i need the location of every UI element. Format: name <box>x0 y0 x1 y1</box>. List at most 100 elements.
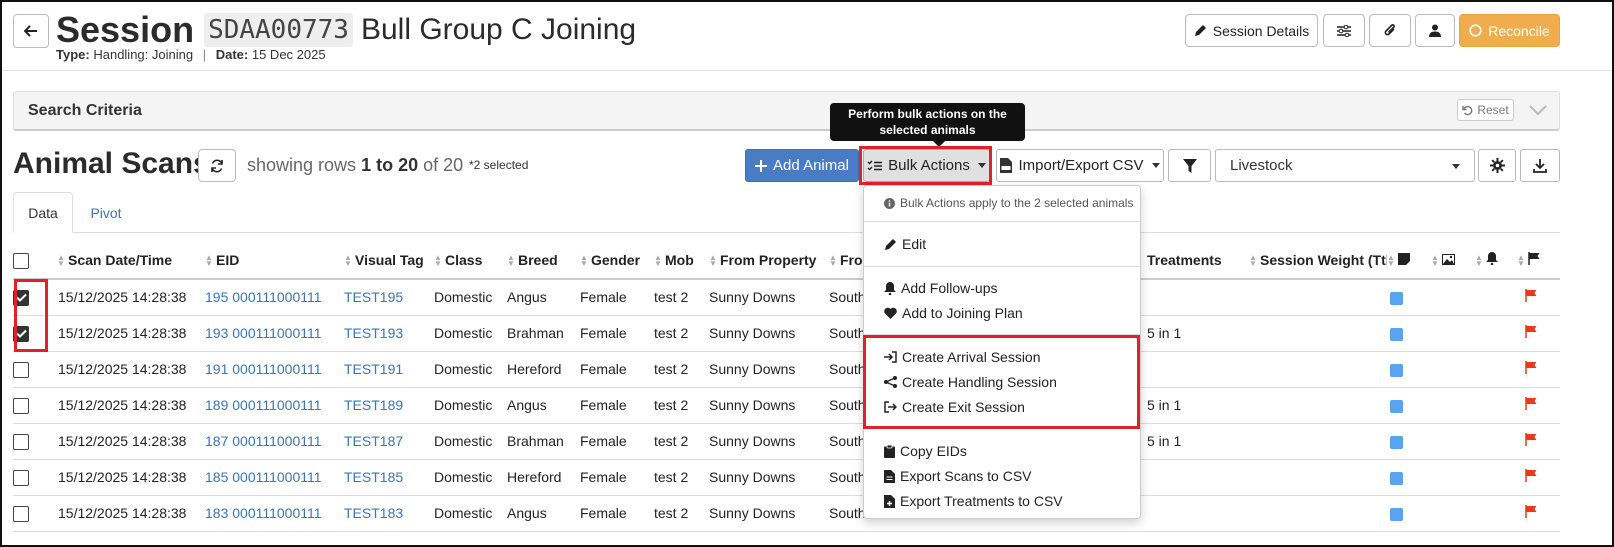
tab-pivot[interactable]: Pivot <box>75 192 137 233</box>
menu-item-copy-eids[interactable]: Copy EIDs <box>884 440 967 462</box>
cell-eid[interactable]: 191 000111000111 <box>205 351 344 388</box>
attachment-button[interactable] <box>1369 14 1411 47</box>
back-button[interactable] <box>13 14 49 48</box>
cell-visual-tag[interactable]: TEST193 <box>344 315 434 352</box>
cell-from-property: Sunny Downs <box>709 279 829 316</box>
row-checkbox[interactable] <box>13 361 29 378</box>
flag-icon[interactable] <box>1525 433 1537 446</box>
table-row[interactable]: 15/12/2025 14:28:38 189 000111000111 TEST1… <box>13 387 1560 424</box>
col-gender[interactable]: ▲ ▼ Gender <box>580 242 654 280</box>
flag-icon[interactable] <box>1525 361 1537 374</box>
col-visual-tag[interactable]: ▲ ▼ Visual Tag <box>344 242 434 280</box>
row-checkbox[interactable] <box>13 469 29 486</box>
sort-icon: ▲ ▼ <box>1431 253 1439 269</box>
cell-from-property: Sunny Downs <box>709 495 829 532</box>
row-checkbox[interactable] <box>13 397 29 414</box>
user-button[interactable] <box>1415 14 1455 47</box>
cell-alerts <box>1475 423 1517 460</box>
menu-item-export-scans[interactable]: Export Scans to CSV <box>884 465 1032 487</box>
table-row[interactable]: 15/12/2025 14:28:38 191 000111000111 TEST1… <box>13 351 1560 388</box>
row-checkbox[interactable] <box>13 505 29 522</box>
table-row[interactable]: 15/12/2025 14:28:38 185 000111000111 TEST1… <box>13 459 1560 496</box>
table-row[interactable]: 15/12/2025 14:28:38 193 000111000111 TEST1… <box>13 315 1560 352</box>
reconcile-button[interactable]: Reconcile <box>1459 14 1560 47</box>
app-frame: Session SDAA00773 Bull Group C Joining T… <box>0 0 1614 547</box>
cell-visual-tag[interactable]: TEST187 <box>344 423 434 460</box>
cell-eid[interactable]: 195 000111000111 <box>205 279 344 316</box>
rows-range: 1 to 20 <box>361 155 419 175</box>
cell-eid[interactable]: 183 000111000111 <box>205 495 344 532</box>
reset-button[interactable]: Reset <box>1457 99 1514 121</box>
cell-visual-tag[interactable]: TEST189 <box>344 387 434 424</box>
cell-class: Domestic <box>434 315 507 352</box>
sort-icon: ▲ ▼ <box>1475 253 1483 269</box>
note-icon[interactable] <box>1390 435 1403 449</box>
col-treatments[interactable]: Treatments <box>1147 242 1249 280</box>
table-row[interactable]: 15/12/2025 14:28:38 187 000111000111 TEST1… <box>13 423 1560 460</box>
col-class[interactable]: ▲ ▼ Class <box>434 242 507 280</box>
menu-item-add-to-joining-plan[interactable]: Add to Joining Plan <box>884 302 1023 324</box>
cell-images <box>1431 459 1475 496</box>
flag-icon[interactable] <box>1525 469 1537 482</box>
cell-breed: Angus <box>507 279 580 316</box>
note-icon[interactable] <box>1390 471 1403 485</box>
cell-eid[interactable]: 185 000111000111 <box>205 459 344 496</box>
col-eid[interactable]: ▲ ▼ EID <box>205 242 344 280</box>
refresh-button[interactable] <box>198 149 236 182</box>
sliders-icon <box>1337 24 1351 37</box>
cell-eid[interactable]: 193 000111000111 <box>205 315 344 352</box>
note-icon[interactable] <box>1390 507 1403 521</box>
note-icon[interactable] <box>1390 399 1403 413</box>
cell-visual-tag[interactable]: TEST183 <box>344 495 434 532</box>
col-mob[interactable]: ▲ ▼ Mob <box>654 242 709 280</box>
search-criteria-panel[interactable]: Search Criteria Reset <box>13 91 1560 131</box>
collapse-toggle[interactable] <box>1525 97 1551 123</box>
livestock-select[interactable]: Livestock <box>1215 149 1475 182</box>
menu-item-export-treatments[interactable]: Export Treatments to CSV <box>884 490 1063 512</box>
table-row[interactable]: 15/12/2025 14:28:38 195 000111000111 TEST1… <box>13 279 1560 316</box>
col-notes[interactable]: ▲ ▼ <box>1387 242 1431 280</box>
download-button[interactable] <box>1520 149 1560 182</box>
col-label: Breed <box>518 252 558 268</box>
col-alerts[interactable]: ▲ ▼ <box>1475 242 1517 280</box>
flag-icon[interactable] <box>1525 505 1537 518</box>
row-checkbox[interactable] <box>13 433 29 450</box>
cell-eid[interactable]: 189 000111000111 <box>205 387 344 424</box>
select-all-checkbox[interactable] <box>13 252 29 269</box>
menu-item-edit[interactable]: Edit <box>884 233 926 255</box>
cell-visual-tag[interactable]: TEST185 <box>344 459 434 496</box>
flag-icon[interactable] <box>1525 289 1537 303</box>
cell-eid[interactable]: 187 000111000111 <box>205 423 344 460</box>
col-breed[interactable]: ▲ ▼ Breed <box>507 242 580 280</box>
import-export-csv-button[interactable]: Import/Export CSV <box>996 149 1164 182</box>
column-settings-button[interactable] <box>1478 149 1516 182</box>
section-title: Animal Scans <box>13 147 210 180</box>
col-flags[interactable]: ▲ ▼ <box>1517 242 1560 280</box>
cell-visual-tag[interactable]: TEST191 <box>344 351 434 388</box>
add-animal-button[interactable]: Add Animal <box>745 149 859 182</box>
flag-icon[interactable] <box>1525 397 1537 410</box>
cell-visual-tag[interactable]: TEST195 <box>344 279 434 316</box>
sort-icon: ▲ ▼ <box>205 253 213 269</box>
menu-item-add-follow-ups[interactable]: Add Follow-ups <box>884 277 998 299</box>
flag-icon[interactable] <box>1525 325 1537 338</box>
cell-mob: test 2 <box>654 495 709 532</box>
table-row[interactable]: 15/12/2025 14:28:38 183 000111000111 TEST1… <box>13 495 1560 532</box>
bell-icon <box>1486 252 1498 266</box>
cell-from-property: Sunny Downs <box>709 387 829 424</box>
settings-sliders-button[interactable] <box>1323 14 1365 47</box>
select-all-header[interactable] <box>13 242 57 280</box>
cell-select <box>13 423 57 460</box>
note-icon[interactable] <box>1390 292 1403 306</box>
col-scan-date[interactable]: ▲ ▼ Scan Date/Time <box>57 242 205 280</box>
col-from-property[interactable]: ▲ ▼ From Property <box>709 242 829 280</box>
table-body: 15/12/2025 14:28:38 195 000111000111 TEST1… <box>13 279 1560 532</box>
col-session-weight[interactable]: ▲ ▼ Session Weight (Ttl) <box>1249 242 1387 280</box>
col-images[interactable]: ▲ ▼ <box>1431 242 1475 280</box>
tab-data[interactable]: Data <box>13 192 73 233</box>
session-details-button[interactable]: Session Details <box>1185 14 1318 47</box>
note-icon[interactable] <box>1390 363 1403 377</box>
cell-treatments <box>1147 351 1249 388</box>
note-icon[interactable] <box>1390 327 1403 341</box>
filter-button[interactable] <box>1168 149 1211 182</box>
